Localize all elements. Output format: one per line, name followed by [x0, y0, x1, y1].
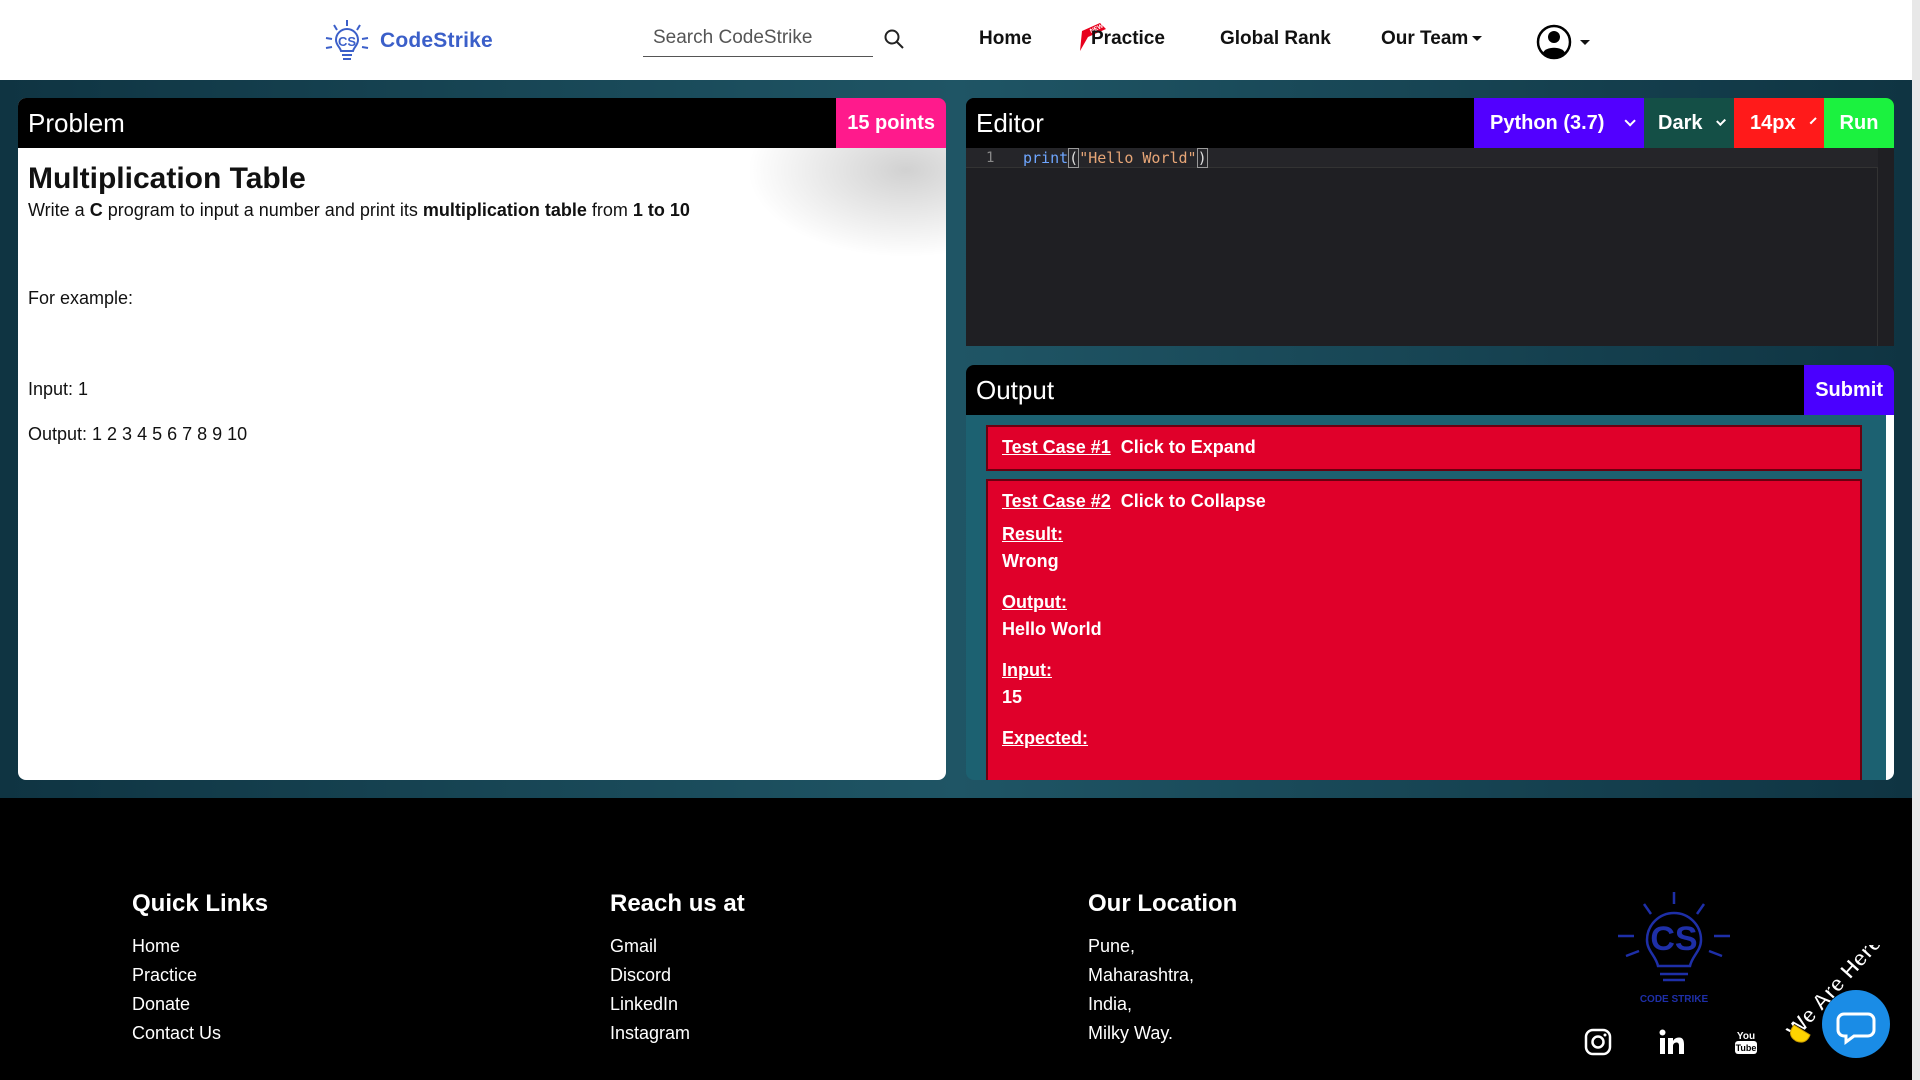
footer-link-gmail[interactable]: Gmail [610, 936, 745, 957]
chevron-down-icon [1809, 117, 1817, 125]
footer: Quick Links Home Practice Donate Contact… [0, 798, 1912, 1080]
testcase-action[interactable]: Click to Collapse [1121, 491, 1266, 511]
brand-name: CodeStrike [380, 29, 493, 52]
footer-quick-links: Quick Links Home Practice Donate Contact… [132, 890, 268, 1052]
submit-button[interactable]: Submit [1804, 365, 1894, 415]
editor-header-title: Editor [976, 107, 1044, 138]
footer-heading: Our Location [1088, 890, 1238, 917]
footer-reach-us: Reach us at Gmail Discord LinkedIn Insta… [610, 890, 745, 1052]
brand-lightbulb-icon: CS [325, 20, 369, 60]
font-size-select-value: 14px [1750, 111, 1796, 134]
nav-our-team-label: Our Team [1381, 28, 1469, 49]
code-editor[interactable]: 1 print("Hello World") [966, 148, 1878, 346]
page-scrollbar[interactable] [1912, 0, 1920, 1080]
output-value: Hello World [1002, 619, 1102, 639]
footer-link-practice[interactable]: Practice [132, 965, 268, 986]
chevron-down-icon [1716, 116, 1727, 126]
location-line: Pune, [1088, 936, 1136, 956]
nav-practice[interactable]: Practice [1091, 28, 1165, 50]
output-scrollbar[interactable] [1886, 415, 1894, 780]
chat-icon [1836, 1012, 1876, 1045]
svg-text:You: You [1737, 1031, 1755, 1042]
problem-panel: Problem 15 points Multiplication Table W… [18, 98, 946, 780]
chevron-down-icon [1472, 36, 1483, 42]
theme-select[interactable]: Dark [1644, 98, 1734, 148]
footer-link-instagram[interactable]: Instagram [610, 1023, 745, 1044]
linkedin-icon[interactable] [1656, 1026, 1688, 1058]
footer-link-linkedin[interactable]: LinkedIn [610, 994, 745, 1015]
output-header: Output Submit [966, 365, 1894, 415]
search-box [643, 22, 873, 57]
footer-location: Our Location Pune, Maharashtra, India, M… [1088, 890, 1237, 1052]
testcase-1[interactable]: Test Case #1 Click to Expand [986, 425, 1862, 471]
result-value: Wrong [1002, 551, 1059, 571]
footer-link-home[interactable]: Home [132, 936, 268, 957]
instagram-icon[interactable] [1582, 1026, 1614, 1058]
footer-link-discord[interactable]: Discord [610, 965, 745, 986]
result-label: Result: [1002, 524, 1064, 544]
editor-controls: Python (3.7) Dark 14px Run [1474, 98, 1894, 148]
user-circle-icon [1536, 24, 1572, 60]
testcase-header: Test Case #1 Click to Expand [988, 427, 1860, 468]
location-line: Maharashtra, [1088, 965, 1195, 985]
youtube-icon[interactable]: You Tube [1730, 1026, 1762, 1058]
svg-text:CS: CS [338, 34, 356, 49]
footer-link-contact[interactable]: Contact Us [132, 1023, 268, 1044]
testcase-link[interactable]: Test Case #2 [1002, 491, 1111, 511]
nav-home[interactable]: Home [979, 28, 1032, 50]
input-value: 15 [1002, 687, 1023, 707]
nav-our-team[interactable]: Our Team [1381, 28, 1483, 50]
testcase-header: Test Case #2 Click to Collapse [988, 481, 1860, 522]
navbar: CS CodeStrike Home NEW Practice Global R… [0, 0, 1912, 80]
user-menu[interactable] [1536, 24, 1590, 60]
language-select[interactable]: Python (3.7) [1474, 98, 1644, 148]
footer-logo: CS CODE STRIKE [1614, 890, 1734, 1013]
example-output: Output: 1 2 3 4 5 6 7 8 9 10 [28, 424, 248, 444]
output-panel: Output Submit Test Case #1 Click to Expan… [966, 365, 1894, 780]
location-line: India, [1088, 994, 1133, 1014]
nav-global-rank[interactable]: Global Rank [1220, 28, 1331, 50]
chevron-down-icon [1624, 115, 1636, 127]
problem-description: Write a C program to input a number and … [28, 200, 690, 220]
testcase-2[interactable]: Test Case #2 Click to Collapse Result: Wr… [986, 479, 1862, 780]
location-line: Milky Way. [1088, 1023, 1173, 1043]
code-text: print("Hello World") [1023, 148, 1208, 168]
expected-label: Expected: [1002, 728, 1089, 748]
problem-title: Multiplication Table [28, 162, 306, 195]
problem-header-title: Problem [28, 107, 125, 138]
codestrike-bulb-logo-icon: CS CODE STRIKE [1618, 892, 1730, 1005]
theme-select-value: Dark [1658, 111, 1703, 134]
input-label: Input: [1002, 660, 1052, 680]
font-size-select[interactable]: 14px [1734, 98, 1824, 148]
code-line: 1 print("Hello World") [966, 148, 1878, 168]
language-select-value: Python (3.7) [1490, 111, 1605, 134]
search-icon[interactable] [882, 27, 906, 51]
svg-text:CODE STRIKE: CODE STRIKE [1640, 994, 1709, 1005]
testcase-details: Result: Wrong Output: Hello World Input:… [988, 524, 1860, 763]
problem-body: Multiplication Table Write a C program t… [18, 148, 946, 444]
chevron-down-icon [1580, 39, 1590, 45]
testcase-action[interactable]: Click to Expand [1121, 437, 1256, 457]
points-badge: 15 points [836, 98, 946, 148]
search-input[interactable] [643, 22, 873, 54]
footer-heading: Quick Links [132, 890, 269, 917]
svg-text:Tube: Tube [1736, 1043, 1757, 1053]
line-number: 1 [986, 150, 995, 166]
footer-link-donate[interactable]: Donate [132, 994, 268, 1015]
editor-panel: Editor Python (3.7) Dark 14px Run 1 prin… [966, 98, 1894, 346]
svg-text:CS: CS [1650, 920, 1697, 958]
output-header-title: Output [976, 374, 1055, 405]
problem-header: Problem 15 points [18, 98, 946, 148]
brand-logo[interactable]: CS CodeStrike [322, 18, 493, 64]
run-button[interactable]: Run [1824, 98, 1894, 148]
chat-button[interactable] [1822, 990, 1890, 1058]
footer-heading: Reach us at [610, 890, 745, 917]
testcase-link[interactable]: Test Case #1 [1002, 437, 1111, 457]
example-input: Input: 1 [28, 379, 89, 399]
output-label: Output: [1002, 592, 1067, 612]
example-label: For example: [28, 288, 134, 308]
